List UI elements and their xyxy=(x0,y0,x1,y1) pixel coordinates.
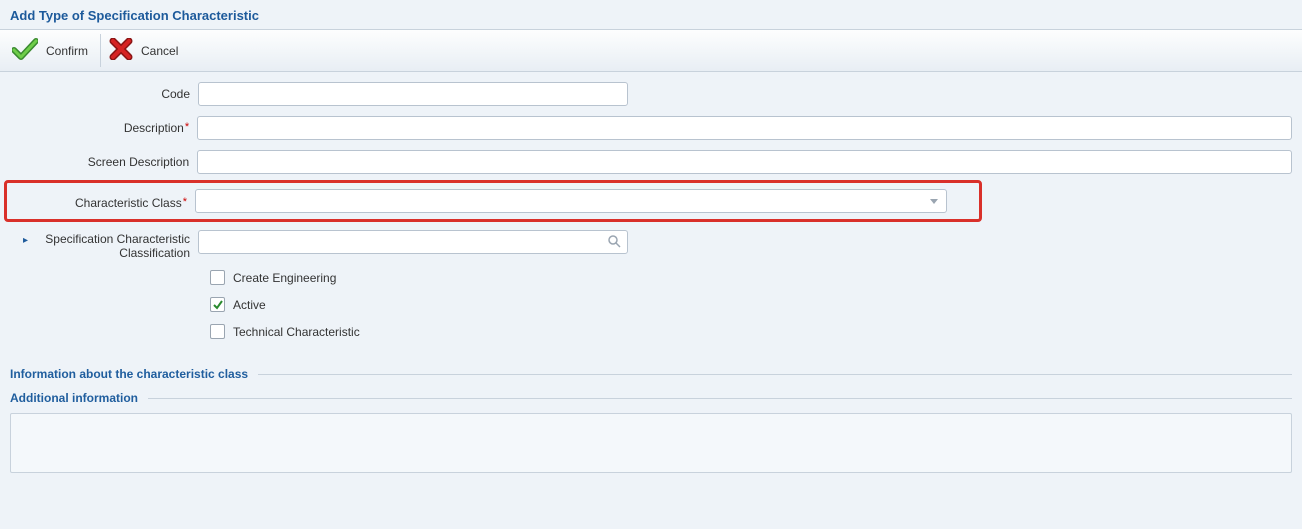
description-input[interactable] xyxy=(197,116,1292,140)
spec-char-classification-lookup[interactable] xyxy=(198,230,628,254)
form-area: Code Description* Screen Description Cha… xyxy=(0,72,1302,357)
spec-char-classification-label: ▸Specification Characteristic Classifica… xyxy=(10,230,198,260)
characteristic-class-label: Characteristic Class* xyxy=(7,193,195,210)
section-additional-title: Additional information xyxy=(10,391,138,405)
section-additional: Additional information xyxy=(10,391,1292,405)
screen-description-label: Screen Description xyxy=(10,150,197,169)
active-checkbox[interactable] xyxy=(210,297,225,312)
required-icon: * xyxy=(185,121,189,133)
code-label: Code xyxy=(10,82,198,101)
check-icon xyxy=(12,38,38,63)
technical-characteristic-checkbox[interactable] xyxy=(210,324,225,339)
search-icon xyxy=(607,234,621,251)
toolbar: Confirm Cancel xyxy=(0,30,1302,72)
confirm-label: Confirm xyxy=(46,44,88,58)
cancel-button[interactable]: Cancel xyxy=(105,34,190,67)
create-engineering-checkbox[interactable] xyxy=(210,270,225,285)
characteristic-class-highlight: Characteristic Class* xyxy=(4,180,982,222)
divider xyxy=(148,398,1292,399)
expand-caret-icon[interactable]: ▸ xyxy=(23,235,28,246)
close-icon xyxy=(109,38,133,63)
page-title: Add Type of Specification Characteristic xyxy=(0,0,1302,27)
characteristic-class-select[interactable] xyxy=(195,189,947,213)
section-info-class: Information about the characteristic cla… xyxy=(10,367,1292,381)
additional-info-panel xyxy=(10,413,1292,473)
active-label: Active xyxy=(233,298,266,312)
required-icon: * xyxy=(183,196,187,208)
chevron-down-icon xyxy=(930,199,938,204)
divider xyxy=(258,374,1292,375)
description-label: Description* xyxy=(10,116,197,135)
confirm-button[interactable]: Confirm xyxy=(8,34,101,67)
code-input[interactable] xyxy=(198,82,628,106)
section-info-class-title: Information about the characteristic cla… xyxy=(10,367,248,381)
create-engineering-label: Create Engineering xyxy=(233,271,336,285)
cancel-label: Cancel xyxy=(141,44,178,58)
technical-characteristic-label: Technical Characteristic xyxy=(233,325,360,339)
screen-description-input[interactable] xyxy=(197,150,1292,174)
